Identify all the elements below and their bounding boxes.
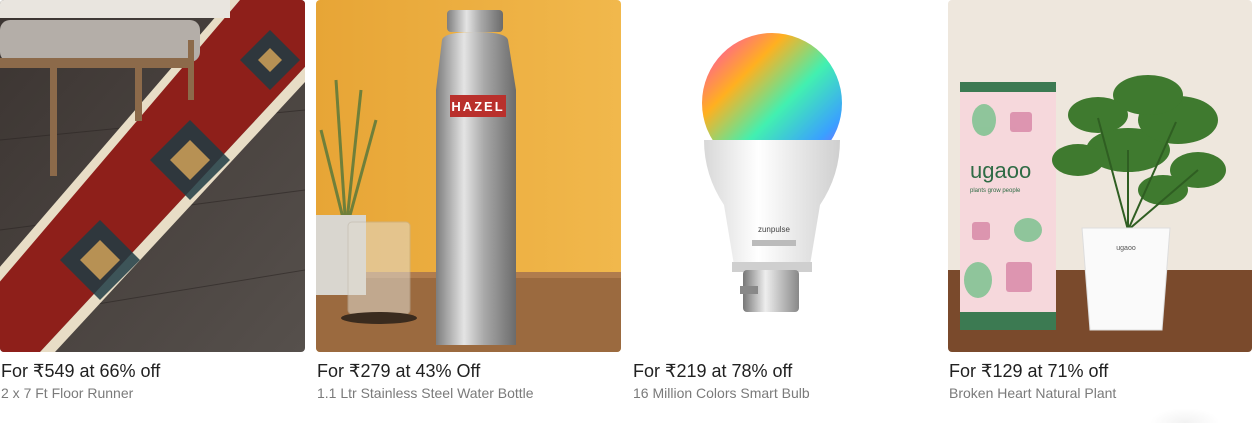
offer-title: 2 x 7 Ft Floor Runner [1, 385, 134, 401]
pot-brand-logo: ugaoo [1116, 245, 1136, 252]
offer-price: For ₹219 at 78% off [633, 361, 793, 381]
floor-runner-image[interactable] [0, 0, 305, 352]
plant-brand-tagline: plants grow people [970, 188, 1021, 194]
scroll-shadow [1150, 408, 1220, 423]
plant-brand-logo: ugaoo [970, 158, 1031, 183]
offer-title: 1.1 Ltr Stainless Steel Water Bottle [317, 385, 534, 401]
bulb-brand-logo: zunpulse [758, 225, 791, 234]
water-bottle-image[interactable]: HAZEL [316, 0, 621, 352]
plant-image[interactable]: ugaoo plants grow people ugaoo [948, 0, 1252, 352]
offer-card-floor-runner[interactable]: For ₹549 at 66% off 2 x 7 Ft Floor Runne… [0, 0, 305, 410]
offer-card-plant[interactable]: ugaoo plants grow people ugaoo For ₹129 … [948, 0, 1252, 410]
offer-grid: For ₹549 at 66% off 2 x 7 Ft Floor Runne… [0, 0, 1252, 423]
offer-price: For ₹129 at 71% off [949, 361, 1109, 381]
offer-card-smart-bulb[interactable]: zunpulse For ₹219 at 78% off 16 Million … [632, 0, 937, 410]
offer-card-water-bottle[interactable]: HAZEL For ₹279 at 43% Off 1.1 Ltr Stainl… [316, 0, 621, 410]
offer-price: For ₹549 at 66% off [1, 361, 161, 381]
smart-bulb-image[interactable]: zunpulse [632, 0, 937, 352]
bottle-brand-logo: HAZEL [451, 99, 504, 114]
offer-title: Broken Heart Natural Plant [949, 385, 1117, 401]
offer-price: For ₹279 at 43% Off [317, 361, 481, 381]
offer-title: 16 Million Colors Smart Bulb [633, 385, 810, 401]
